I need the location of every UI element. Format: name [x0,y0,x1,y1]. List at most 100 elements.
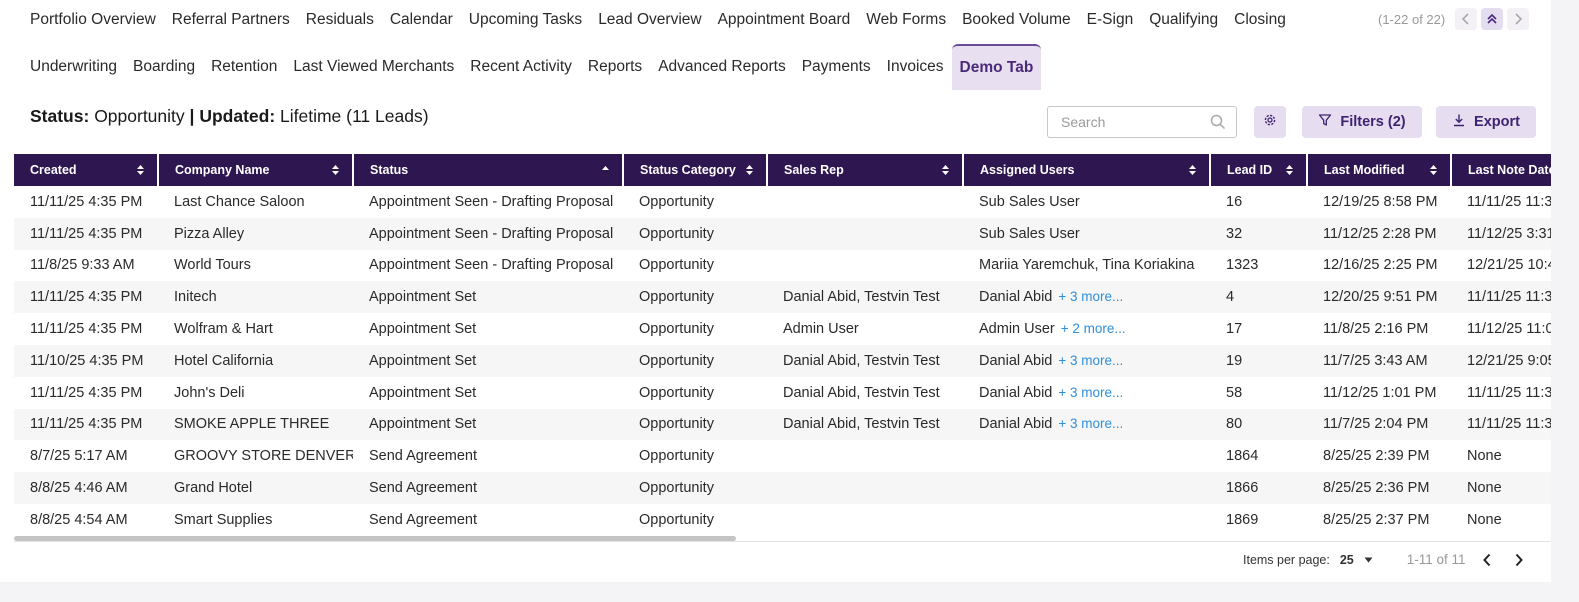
column-header-lead-id[interactable]: Lead ID [1210,154,1308,186]
status-separator: | [189,106,195,126]
search-input[interactable] [1048,107,1198,137]
column-header-assigned-users[interactable]: Assigned Users [963,154,1211,186]
column-header-status-category[interactable]: Status Category [623,154,768,186]
column-header-status[interactable]: Status [353,154,624,186]
cell-last-note-date: 12/21/25 9:05 [1451,344,1551,377]
column-header-sales-rep[interactable]: Sales Rep [767,154,964,186]
cell-sales-rep [767,504,963,536]
table-row[interactable]: 11/11/25 4:35 PM John's Deli Appointment S… [14,377,1551,409]
double-chevron-up-icon[interactable] [1481,8,1504,30]
tab-booked-volume[interactable]: Booked Volume [954,0,1079,40]
table-row[interactable]: 11/11/25 4:35 PM Last Chance Saloon Appoin… [14,186,1551,218]
column-header-last-modified[interactable]: Last Modified [1307,154,1452,186]
export-button[interactable]: Export [1436,106,1536,138]
cell-status: Appointment Set [353,281,623,314]
leads-table-container[interactable]: Created Company Name Status Status Categ… [14,154,1551,542]
cell-created: 11/10/25 4:35 PM [14,344,158,377]
chevron-right-icon[interactable] [1507,8,1530,30]
tab-underwriting[interactable]: Underwriting [22,44,125,90]
cell-status-category: Opportunity [639,193,714,210]
cell-company-name: Wolfram & Hart [174,321,273,338]
cell-lead-id: 19 [1210,344,1307,377]
cell-assigned-users [963,504,1210,536]
column-header-last-note-date[interactable]: Last Note Date [1451,154,1551,186]
cell-lead-id: 16 [1226,193,1243,210]
cell-status-category: Opportunity [623,281,767,314]
table-row[interactable]: 11/11/25 4:35 PM Initech Appointment Set Op… [14,281,1551,314]
main-card: Portfolio Overview Referral Partners Res… [0,0,1551,582]
cell-last-modified: 8/25/25 2:39 PM [1323,448,1430,465]
tab-recent-activity[interactable]: Recent Activity [462,44,580,90]
tab-last-viewed-merchants[interactable]: Last Viewed Merchants [285,44,462,90]
prev-page-button[interactable] [1482,553,1492,567]
search-icon[interactable] [1210,114,1226,135]
cell-last-note-date: 11/11/25 11:3 [1451,408,1551,441]
column-header-company-name[interactable]: Company Name [158,154,354,186]
tab-lead-overview[interactable]: Lead Overview [590,0,709,40]
more-users-link[interactable]: + 3 more... [1058,385,1123,400]
cell-status-category: Opportunity [639,448,714,465]
cell-last-modified: 11/12/25 1:01 PM [1323,384,1437,401]
more-users-link[interactable]: + 3 more... [1058,416,1123,431]
tab-upcoming-tasks[interactable]: Upcoming Tasks [461,0,590,40]
table-row[interactable]: 8/7/25 5:17 AM GROOVY STORE DENVER Send Ag… [14,440,1551,472]
items-per-page-select[interactable]: 25 [1340,553,1373,567]
tab-e-sign[interactable]: E-Sign [1079,0,1142,40]
footer-divider [14,541,1551,542]
chevron-left-icon[interactable] [1455,8,1478,30]
tab-qualifying[interactable]: Qualifying [1141,0,1226,40]
cell-created: 11/11/25 4:35 PM [30,321,143,338]
table-row[interactable]: 11/11/25 4:35 PM SMOKE APPLE THREE Appoint… [14,408,1551,441]
table-row[interactable]: 11/8/25 9:33 AM World Tours Appointment Se… [14,250,1551,282]
updated-label: Updated: [199,106,276,126]
tab-calendar[interactable]: Calendar [382,0,461,40]
tab-invoices[interactable]: Invoices [879,44,952,90]
tab-closing[interactable]: Closing [1226,0,1294,40]
tab-payments[interactable]: Payments [794,44,879,90]
cell-last-modified: 8/25/25 2:36 PM [1307,472,1451,504]
tab-portfolio-overview[interactable]: Portfolio Overview [22,0,164,40]
more-users-link[interactable]: + 3 more... [1058,353,1123,368]
table-row[interactable]: 8/8/25 4:46 AM Grand Hotel Send Agreement O… [14,472,1551,504]
cell-status: Appointment Set [353,408,623,441]
filters-button[interactable]: Filters (2) [1302,106,1422,138]
tab-residuals[interactable]: Residuals [298,0,382,40]
table-row[interactable]: 11/10/25 4:35 PM Hotel California Appointm… [14,344,1551,377]
next-page-button[interactable] [1514,553,1524,567]
tab-retention[interactable]: Retention [203,44,285,90]
tab-referral-partners[interactable]: Referral Partners [164,0,298,40]
cell-last-note-date: 11/11/25 11:3 [1451,281,1551,314]
tabs-pager: (1-22 of 22) [1378,8,1530,30]
cell-company-name: John's Deli [174,384,245,401]
more-users-link[interactable]: + 3 more... [1058,289,1123,304]
table-row[interactable]: 11/11/25 4:35 PM Pizza Alley Appointment S… [14,217,1551,250]
cell-assigned-users: Danial Abid + 3 more... [963,281,1210,314]
table-body: 11/11/25 4:35 PM Last Chance Saloon Appoin… [14,186,1551,536]
tab-demo-tab[interactable]: Demo Tab [951,44,1042,90]
settings-button[interactable] [1254,106,1286,138]
export-label: Export [1474,114,1520,130]
cell-last-modified: 11/8/25 2:16 PM [1323,321,1429,338]
cell-last-note-date: 12/21/25 10:4 [1467,257,1551,274]
cell-sales-rep: Danial Abid, Testvin Test [783,384,940,401]
cell-last-modified: 11/7/25 3:43 AM [1307,344,1451,377]
tab-advanced-reports[interactable]: Advanced Reports [650,44,794,90]
cell-status: Send Agreement [369,448,478,465]
cell-assigned-users: Danial Abid + 3 more... [963,344,1210,377]
status-value: Opportunity [94,106,185,126]
tab-web-forms[interactable]: Web Forms [858,0,954,40]
cell-lead-id: 1864 [1226,448,1259,465]
column-header-created[interactable]: Created [14,154,159,186]
table-row[interactable]: 8/8/25 4:54 AM Smart Supplies Send Agreeme… [14,504,1551,536]
cell-company-name: Hotel California [158,344,353,377]
tab-boarding[interactable]: Boarding [125,44,203,90]
filters-label: Filters (2) [1340,114,1406,130]
cell-status-category: Opportunity [639,257,714,274]
tab-reports[interactable]: Reports [580,44,650,90]
table-row[interactable]: 11/11/25 4:35 PM Wolfram & Hart Appointmen… [14,313,1551,345]
cell-sales-rep [767,250,963,282]
tab-appointment-board[interactable]: Appointment Board [710,0,859,40]
more-users-link[interactable]: + 2 more... [1061,321,1126,336]
cell-created: 11/8/25 9:33 AM [30,257,135,274]
caret-down-icon [1364,557,1373,562]
